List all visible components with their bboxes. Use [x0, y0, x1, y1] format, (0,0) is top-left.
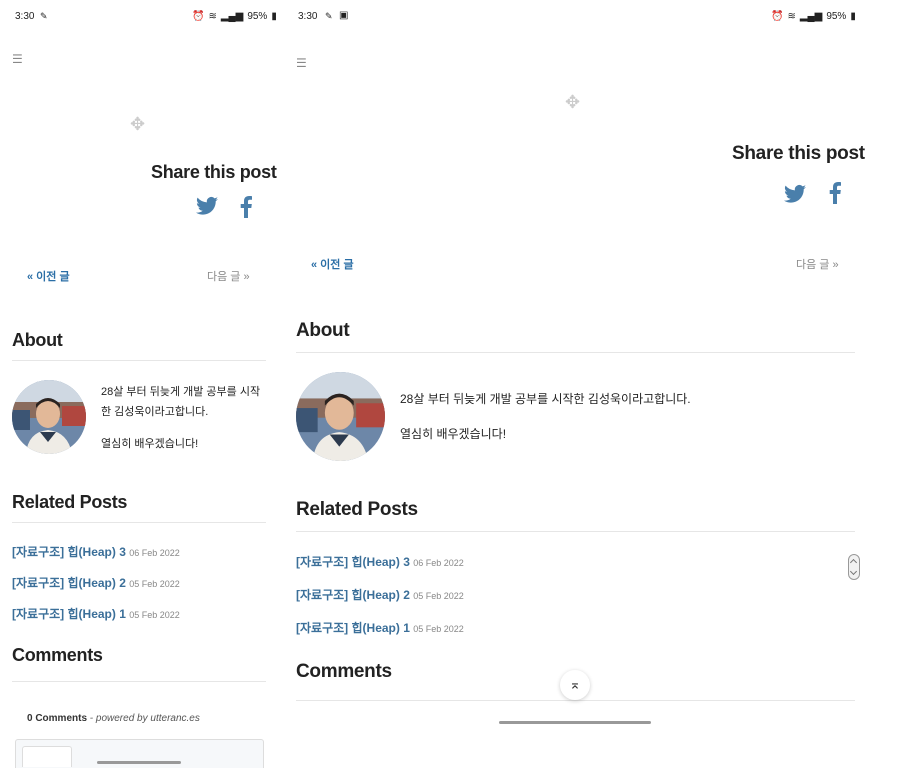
- signal-icon: ▂▄▆: [799, 11, 823, 22]
- share-title: Share this post: [732, 143, 865, 164]
- related-post-date: 06 Feb 2022: [129, 548, 180, 558]
- scrollbar-thumb[interactable]: [848, 554, 860, 580]
- share-title: Share this post: [151, 162, 277, 182]
- status-bar: 3:30 ✎ ⏰ ≋ ▂▄▆ 95% ▮: [0, 8, 282, 24]
- hamburger-menu-icon[interactable]: ☰: [296, 56, 307, 70]
- about-divider: [296, 352, 855, 353]
- comments-count: 0 Comments: [27, 713, 88, 724]
- related-post-date: 05 Feb 2022: [129, 610, 180, 620]
- about-line-2: 열심히 배우겠습니다!: [101, 438, 199, 450]
- home-indicator[interactable]: [499, 721, 651, 724]
- related-post-title[interactable]: [자료구조] 힙(Heap) 2: [12, 576, 126, 590]
- battery-icon: ▮: [850, 11, 856, 22]
- related-post-link[interactable]: [자료구조] 힙(Heap) 3 06 Feb 2022: [296, 553, 464, 570]
- related-post-title[interactable]: [자료구조] 힙(Heap) 3: [12, 545, 126, 559]
- alarm-icon: ⏰: [771, 11, 784, 22]
- related-post-link[interactable]: [자료구조] 힙(Heap) 1 05 Feb 2022: [296, 619, 464, 636]
- home-indicator[interactable]: [97, 761, 181, 764]
- related-heading: Related Posts: [12, 492, 128, 512]
- prev-post-link[interactable]: « 이전 글: [27, 268, 70, 284]
- related-divider: [12, 522, 266, 523]
- related-post-link[interactable]: [자료구조] 힙(Heap) 1 05 Feb 2022: [12, 605, 180, 622]
- battery-level: 95%: [247, 11, 268, 22]
- related-post-title[interactable]: [자료구조] 힙(Heap) 1: [296, 621, 410, 635]
- facebook-f-icon[interactable]: [240, 196, 252, 223]
- author-avatar: [12, 380, 86, 454]
- comments-powered-by[interactable]: - powered by utteranc.es: [90, 713, 200, 724]
- related-post-date: 05 Feb 2022: [413, 591, 464, 601]
- status-time: 3:30: [298, 11, 318, 22]
- alarm-icon: ⏰: [192, 11, 205, 22]
- related-post-date: 06 Feb 2022: [413, 558, 464, 568]
- comments-meta: 0 Comments - powered by utteranc.es: [27, 713, 200, 724]
- twitter-bird-icon[interactable]: [784, 184, 806, 209]
- about-line-1: 28살 부터 뒤늦게 개발 공부를 시작한 김성욱이라고합니다.: [400, 392, 691, 406]
- status-time: 3:30: [15, 11, 35, 22]
- related-post-title[interactable]: [자료구조] 힙(Heap) 3: [296, 555, 410, 569]
- facebook-f-icon[interactable]: [829, 182, 841, 209]
- related-divider: [296, 531, 855, 532]
- pen-icon: ✎: [325, 11, 333, 21]
- status-icons: ⏰ ≋ ▂▄▆ 95% ▮: [771, 11, 856, 22]
- next-post-link[interactable]: 다음 글 »: [207, 268, 250, 284]
- wifi-icon: ≋: [208, 11, 217, 22]
- image-icon: ▣: [339, 10, 349, 21]
- left-screen: 3:30 ✎ ⏰ ≋ ▂▄▆ 95% ▮ ☰ ✥ Share this post…: [0, 0, 282, 768]
- twitter-bird-icon[interactable]: [196, 196, 218, 222]
- comment-write-tab[interactable]: [22, 746, 72, 767]
- comments-divider: [12, 681, 266, 682]
- battery-icon: ▮: [271, 11, 277, 22]
- about-line-1: 28살 부터 뒤늦게 개발 공부를 시작한 김성욱이라고합니다.: [101, 386, 261, 418]
- loading-spinner-icon: ✥: [130, 114, 146, 134]
- prev-post-link[interactable]: « 이전 글: [311, 256, 354, 272]
- related-post-link[interactable]: [자료구조] 힙(Heap) 2 05 Feb 2022: [296, 586, 464, 603]
- status-bar: 3:30 ✎ ▣ ⏰ ≋ ▂▄▆ 95% ▮: [282, 8, 900, 24]
- about-heading: About: [12, 330, 63, 350]
- wifi-icon: ≋: [787, 11, 796, 22]
- comments-divider: [296, 700, 855, 701]
- about-heading: About: [296, 320, 350, 341]
- about-divider: [12, 360, 266, 361]
- related-post-link[interactable]: [자료구조] 힙(Heap) 3 06 Feb 2022: [12, 543, 180, 560]
- comments-heading: Comments: [296, 661, 392, 682]
- related-post-date: 05 Feb 2022: [129, 579, 180, 589]
- related-post-date: 05 Feb 2022: [413, 624, 464, 634]
- status-icons: ⏰ ≋ ▂▄▆ 95% ▮: [192, 11, 277, 22]
- hamburger-menu-icon[interactable]: ☰: [12, 52, 23, 66]
- related-post-link[interactable]: [자료구조] 힙(Heap) 2 05 Feb 2022: [12, 574, 180, 591]
- related-heading: Related Posts: [296, 499, 418, 520]
- scroll-to-top-button[interactable]: ⌅: [560, 670, 590, 700]
- right-screen: 3:30 ✎ ▣ ⏰ ≋ ▂▄▆ 95% ▮ ☰ ✥ Share this po…: [282, 0, 900, 768]
- battery-level: 95%: [826, 11, 847, 22]
- author-avatar: [296, 372, 385, 461]
- about-line-2: 열심히 배우겠습니다!: [400, 427, 507, 441]
- comments-heading: Comments: [12, 645, 103, 665]
- related-post-title[interactable]: [자료구조] 힙(Heap) 2: [296, 588, 410, 602]
- signal-icon: ▂▄▆: [220, 11, 244, 22]
- chevron-up-icon: ⌅: [569, 676, 581, 692]
- loading-spinner-icon: ✥: [565, 92, 581, 112]
- related-post-title[interactable]: [자료구조] 힙(Heap) 1: [12, 607, 126, 621]
- next-post-link[interactable]: 다음 글 »: [796, 256, 839, 272]
- pen-icon: ✎: [40, 11, 48, 21]
